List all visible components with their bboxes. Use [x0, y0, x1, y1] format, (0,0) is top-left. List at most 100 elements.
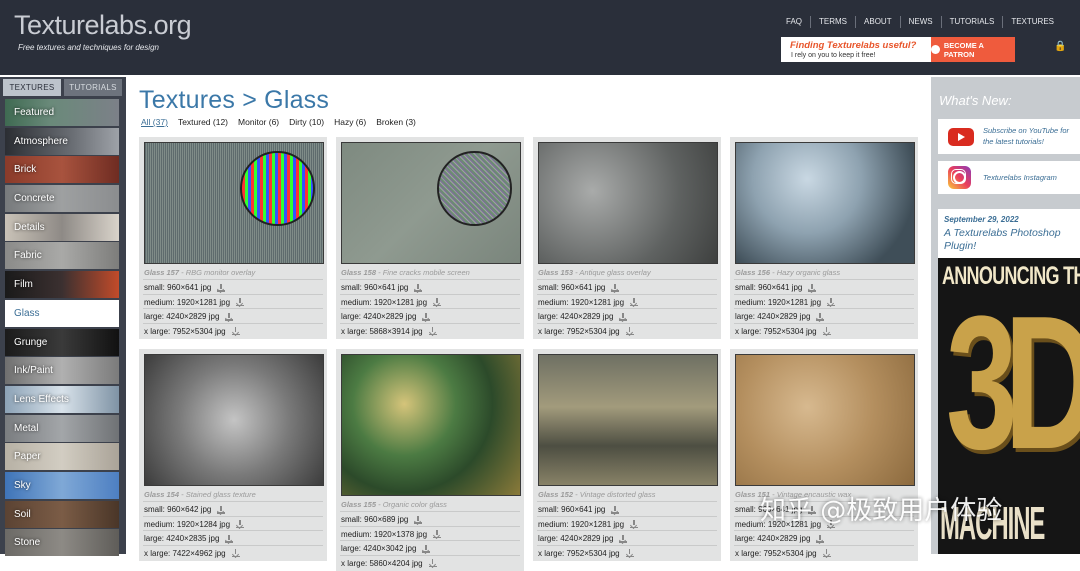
- nav-textures[interactable]: TEXTURES: [1002, 16, 1062, 28]
- sidebar-item-featured[interactable]: Featured: [5, 99, 119, 126]
- lock-icon[interactable]: 🔒: [1054, 41, 1066, 52]
- download-icon[interactable]: [231, 327, 240, 335]
- download-link[interactable]: x large: 7952×5304 jpg: [735, 549, 831, 558]
- nav-about[interactable]: ABOUT: [855, 16, 900, 28]
- filter-all[interactable]: All (37): [141, 117, 168, 127]
- sidebar-item-sky[interactable]: Sky: [5, 471, 119, 499]
- sidebar-item-soil[interactable]: Soil: [5, 500, 119, 528]
- download-link[interactable]: small: 960×641 jpg: [538, 505, 620, 514]
- download-link[interactable]: large: 4240×2829 jpg: [341, 312, 431, 321]
- download-link[interactable]: large: 4240×2829 jpg: [735, 534, 825, 543]
- download-link[interactable]: small: 960×689 jpg: [341, 515, 423, 524]
- download-icon[interactable]: [822, 549, 831, 557]
- download-link[interactable]: large: 4240×2835 jpg: [144, 534, 234, 543]
- download-link[interactable]: x large: 7952×5304 jpg: [735, 327, 831, 336]
- nav-terms[interactable]: TERMS: [810, 16, 855, 28]
- download-link[interactable]: x large: 5868×3914 jpg: [341, 327, 437, 336]
- texture-thumbnail[interactable]: [144, 354, 324, 486]
- download-icon[interactable]: [619, 534, 628, 543]
- download-icon[interactable]: [611, 505, 620, 514]
- download-link[interactable]: small: 960×641 jpg: [341, 283, 423, 292]
- filter-broken[interactable]: Broken (3): [376, 117, 416, 127]
- download-link[interactable]: medium: 1920×1284 jpg: [144, 520, 245, 529]
- become-patron-button[interactable]: BECOME A PATRON: [931, 37, 1015, 62]
- download-icon[interactable]: [619, 312, 628, 321]
- download-icon[interactable]: [625, 327, 634, 335]
- nav-news[interactable]: NEWS: [899, 16, 941, 28]
- download-link[interactable]: medium: 1920×1281 jpg: [538, 520, 639, 529]
- download-link[interactable]: large: 4240×2829 jpg: [735, 312, 825, 321]
- download-icon[interactable]: [822, 327, 831, 335]
- instagram-link[interactable]: Texturelabs Instagram: [938, 161, 1080, 194]
- download-icon[interactable]: [816, 534, 825, 543]
- download-icon[interactable]: [231, 549, 240, 557]
- texture-thumbnail[interactable]: [144, 142, 324, 264]
- download-icon[interactable]: [433, 530, 442, 538]
- texture-thumbnail[interactable]: [341, 142, 521, 264]
- sidebar-item-lens-effects[interactable]: Lens Effects: [5, 385, 119, 413]
- sidebar-item-fabric[interactable]: Fabric: [5, 242, 119, 270]
- download-icon[interactable]: [236, 520, 245, 528]
- download-link[interactable]: large: 4240×2829 jpg: [538, 312, 628, 321]
- download-link[interactable]: medium: 1920×1281 jpg: [341, 298, 442, 307]
- sidebar-item-atmosphere[interactable]: Atmosphere: [5, 127, 119, 155]
- download-icon[interactable]: [422, 544, 431, 553]
- download-icon[interactable]: [625, 549, 634, 557]
- download-icon[interactable]: [816, 312, 825, 321]
- download-link[interactable]: x large: 7422×4962 jpg: [144, 549, 240, 558]
- download-link[interactable]: large: 4240×3042 jpg: [341, 544, 431, 553]
- texture-thumbnail[interactable]: [538, 142, 718, 264]
- download-icon[interactable]: [225, 534, 234, 543]
- youtube-link[interactable]: Subscribe on YouTube for the latest tuto…: [938, 119, 1080, 154]
- download-icon[interactable]: [422, 312, 431, 321]
- download-icon[interactable]: [611, 283, 620, 292]
- texture-thumbnail[interactable]: [538, 354, 718, 486]
- filter-monitor[interactable]: Monitor (6): [238, 117, 279, 127]
- news-title[interactable]: A Texturelabs Photoshop Plugin!: [944, 227, 1074, 253]
- download-link[interactable]: x large: 7952×5304 jpg: [538, 327, 634, 336]
- sidebar-item-film[interactable]: Film: [5, 271, 119, 299]
- sidebar-item-paper[interactable]: Paper: [5, 443, 119, 471]
- download-link[interactable]: medium: 1920×1281 jpg: [144, 298, 245, 307]
- download-icon[interactable]: [414, 283, 423, 292]
- sidebar-item-grunge[interactable]: Grunge: [5, 328, 119, 356]
- filter-dirty[interactable]: Dirty (10): [289, 117, 324, 127]
- download-icon[interactable]: [808, 283, 817, 292]
- texture-thumbnail[interactable]: [735, 354, 915, 486]
- filter-hazy[interactable]: Hazy (6): [334, 117, 366, 127]
- sidebar-item-concrete[interactable]: Concrete: [5, 185, 119, 213]
- download-icon[interactable]: [217, 505, 226, 514]
- download-link[interactable]: x large: 7952×5304 jpg: [144, 327, 240, 336]
- sidebar-item-brick[interactable]: Brick: [5, 156, 119, 184]
- download-link[interactable]: small: 960×641 jpg: [538, 283, 620, 292]
- download-icon[interactable]: [630, 298, 639, 306]
- texture-thumbnail[interactable]: [341, 354, 521, 496]
- tab-textures[interactable]: TEXTURES: [3, 79, 61, 96]
- download-icon[interactable]: [827, 298, 836, 306]
- download-link[interactable]: small: 960×641 jpg: [735, 283, 817, 292]
- download-link[interactable]: medium: 1920×1281 jpg: [735, 298, 836, 307]
- download-link[interactable]: medium: 1920×1378 jpg: [341, 530, 442, 539]
- sidebar-item-glass[interactable]: Glass: [5, 299, 119, 327]
- download-icon[interactable]: [414, 515, 423, 524]
- download-link[interactable]: medium: 1920×1281 jpg: [538, 298, 639, 307]
- download-link[interactable]: x large: 5860×4204 jpg: [341, 559, 437, 568]
- download-icon[interactable]: [236, 298, 245, 306]
- nav-faq[interactable]: FAQ: [778, 16, 810, 28]
- download-link[interactable]: small: 960×641 jpg: [144, 283, 226, 292]
- download-link[interactable]: x large: 7952×5304 jpg: [538, 549, 634, 558]
- download-link[interactable]: small: 960×642 jpg: [144, 505, 226, 514]
- download-link[interactable]: large: 4240×2829 jpg: [144, 312, 234, 321]
- download-icon[interactable]: [217, 283, 226, 292]
- site-logo[interactable]: Texturelabs.org: [14, 10, 192, 41]
- download-link[interactable]: large: 4240×2829 jpg: [538, 534, 628, 543]
- filter-textured[interactable]: Textured (12): [178, 117, 228, 127]
- download-icon[interactable]: [630, 520, 639, 528]
- download-icon[interactable]: [428, 327, 437, 335]
- sidebar-item-ink-paint[interactable]: Ink/Paint: [5, 357, 119, 385]
- download-icon[interactable]: [433, 298, 442, 306]
- sidebar-item-details[interactable]: Details: [5, 213, 119, 241]
- tab-tutorials[interactable]: TUTORIALS: [64, 79, 122, 96]
- nav-tutorials[interactable]: TUTORIALS: [940, 16, 1003, 28]
- sidebar-item-stone[interactable]: Stone: [5, 529, 119, 557]
